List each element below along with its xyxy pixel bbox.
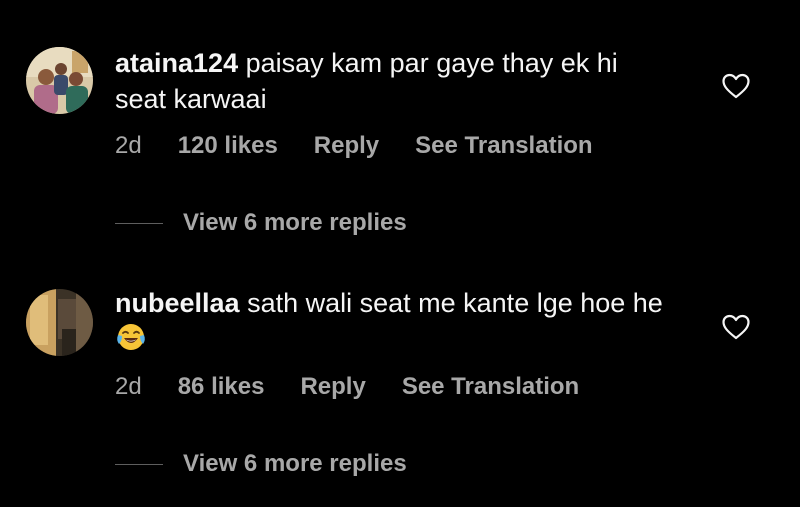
view-replies-label: View 6 more replies (183, 209, 407, 236)
avatar[interactable] (26, 47, 93, 114)
like-heart-icon[interactable] (722, 73, 750, 99)
family-photo-avatar-icon (26, 47, 93, 114)
comment-meta: 2d 120 likes Reply See Translation (115, 131, 629, 161)
comment-username[interactable]: nubeellaa (115, 288, 240, 318)
see-translation-button[interactable]: See Translation (402, 372, 579, 402)
face-with-tears-of-joy-icon (117, 324, 145, 350)
comment-body: ataina124 paisay kam par gaye thay ek hi… (115, 45, 675, 117)
view-replies-label: View 6 more replies (183, 450, 407, 477)
replies-divider-line (115, 222, 163, 224)
likes-count-link[interactable]: 86 likes (178, 372, 265, 402)
view-replies-button[interactable]: View 6 more replies (115, 450, 407, 478)
reply-button[interactable]: Reply (314, 131, 379, 161)
see-translation-button[interactable]: See Translation (415, 131, 592, 161)
comment-body: nubeellaa sath wali seat me kante lge ho… (115, 285, 675, 357)
comment-text: sath wali seat me kante lge hoe he (247, 288, 663, 318)
comment-timestamp: 2d (115, 132, 142, 159)
reply-button[interactable]: Reply (300, 372, 365, 402)
like-heart-icon[interactable] (722, 314, 750, 340)
comment-meta: 2d 86 likes Reply See Translation (115, 372, 615, 402)
comment-username[interactable]: ataina124 (115, 48, 238, 78)
view-replies-button[interactable]: View 6 more replies (115, 209, 407, 237)
replies-divider-line (115, 463, 163, 465)
comment-timestamp: 2d (115, 373, 142, 400)
avatar[interactable] (26, 289, 93, 356)
likes-count-link[interactable]: 120 likes (178, 131, 278, 161)
room-photo-avatar-icon (26, 289, 93, 356)
